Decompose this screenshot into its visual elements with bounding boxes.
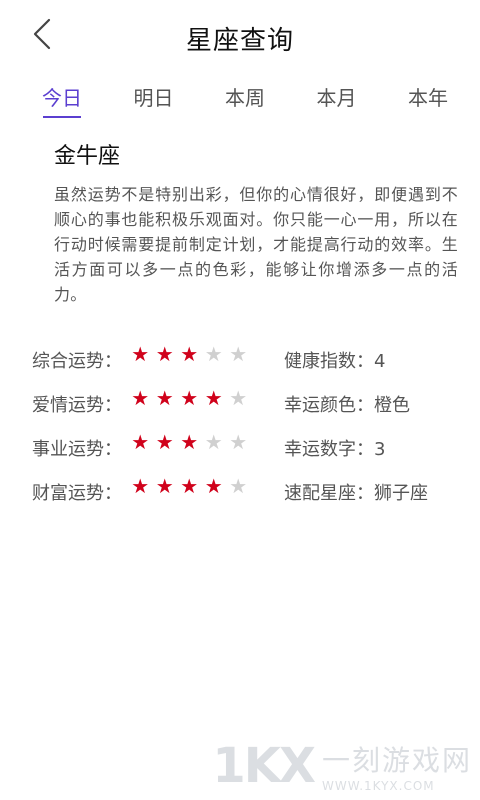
watermark-logo: 1KX: [212, 738, 316, 794]
fortune-label: 爱情运势：: [32, 395, 122, 416]
star-icon: ★: [180, 342, 199, 366]
detail-value: 4: [374, 351, 386, 372]
star-icon: ★: [180, 430, 199, 454]
star-icon: ★: [180, 474, 199, 498]
star-icon: ★: [155, 474, 174, 498]
fortune-description: 虽然运势不是特别出彩，但你的心情很好，即便遇到不顺心的事也能积极乐观面对。你只能…: [54, 185, 458, 304]
fortune-row: 财富运势： ★ ★ ★ ★ ★ 速配星座：狮子座: [32, 470, 462, 514]
star-rating: ★ ★ ★ ★ ★: [128, 344, 251, 364]
tab-2[interactable]: 本周: [213, 82, 277, 118]
star-icon: ★: [131, 474, 150, 498]
watermark-text-group: 一刻游戏网 WWW.1KYX.COM: [322, 739, 472, 793]
tab-3[interactable]: 本月: [305, 82, 369, 118]
star-icon: ★: [131, 430, 150, 454]
period-tabs: 今日 明日 本周 本月 本年: [30, 82, 460, 118]
detail-value: 橙色: [374, 395, 410, 416]
detail-label: 速配星座：: [284, 483, 374, 504]
fortune-stats: 综合运势： ★ ★ ★ ★ ★ 健康指数：4 爱情运势： ★ ★ ★ ★ ★ 幸运颜色：橙色 事业运势： ★ ★…: [32, 338, 462, 514]
star-icon: ★: [131, 342, 150, 366]
star-icon: ★: [229, 474, 248, 498]
star-icon: ★: [155, 342, 174, 366]
star-rating: ★ ★ ★ ★ ★: [128, 432, 251, 452]
fortune-detail: 速配星座：狮子座: [284, 479, 428, 505]
watermark-text: 一刻游戏网: [321, 744, 472, 777]
star-icon: ★: [204, 342, 223, 366]
star-rating: ★ ★ ★ ★ ★: [128, 388, 251, 408]
star-icon: ★: [229, 430, 248, 454]
star-icon: ★: [180, 386, 199, 410]
star-icon: ★: [131, 386, 150, 410]
fortune-label: 财富运势：: [32, 483, 122, 504]
watermark-url: WWW.1KYX.COM: [321, 779, 435, 793]
fortune-row: 爱情运势： ★ ★ ★ ★ ★ 幸运颜色：橙色: [32, 382, 462, 426]
fortune-label: 事业运势：: [32, 439, 122, 460]
fortune-rating: 财富运势： ★ ★ ★ ★ ★: [32, 476, 284, 505]
detail-label: 幸运颜色：: [284, 395, 374, 416]
tab-0[interactable]: 今日: [30, 82, 94, 118]
fortune-row: 综合运势： ★ ★ ★ ★ ★ 健康指数：4: [32, 338, 462, 382]
star-icon: ★: [155, 430, 174, 454]
fortune-detail: 幸运数字：3: [284, 435, 385, 461]
fortune-rating: 爱情运势： ★ ★ ★ ★ ★: [32, 388, 284, 417]
star-rating: ★ ★ ★ ★ ★: [128, 476, 251, 496]
tab-1[interactable]: 明日: [122, 82, 186, 118]
star-icon: ★: [204, 430, 223, 454]
detail-label: 健康指数：: [284, 351, 374, 372]
fortune-detail: 健康指数：4: [284, 347, 385, 373]
page-title: 星座查询: [185, 26, 294, 56]
fortune-rating: 综合运势： ★ ★ ★ ★ ★: [32, 344, 284, 373]
fortune-detail: 幸运颜色：橙色: [284, 391, 410, 417]
fortune-label: 综合运势：: [32, 351, 122, 372]
sign-name: 金牛座: [54, 144, 121, 169]
detail-value: 狮子座: [374, 483, 428, 504]
detail-value: 3: [374, 439, 386, 460]
header: 星座查询: [0, 0, 480, 80]
fortune-row: 事业运势： ★ ★ ★ ★ ★ 幸运数字：3: [32, 426, 462, 470]
star-icon: ★: [155, 386, 174, 410]
page: 星座查询 今日 明日 本周 本月 本年 金牛座 虽然运势不是特别出彩，但你的心情很好，即…: [0, 0, 480, 800]
star-icon: ★: [229, 386, 248, 410]
star-icon: ★: [229, 342, 248, 366]
detail-label: 幸运数字：: [284, 439, 374, 460]
watermark: 1KX 一刻游戏网 WWW.1KYX.COM: [212, 738, 472, 794]
tab-4[interactable]: 本年: [396, 82, 460, 118]
star-icon: ★: [204, 474, 223, 498]
fortune-rating: 事业运势： ★ ★ ★ ★ ★: [32, 432, 284, 461]
star-icon: ★: [204, 386, 223, 410]
